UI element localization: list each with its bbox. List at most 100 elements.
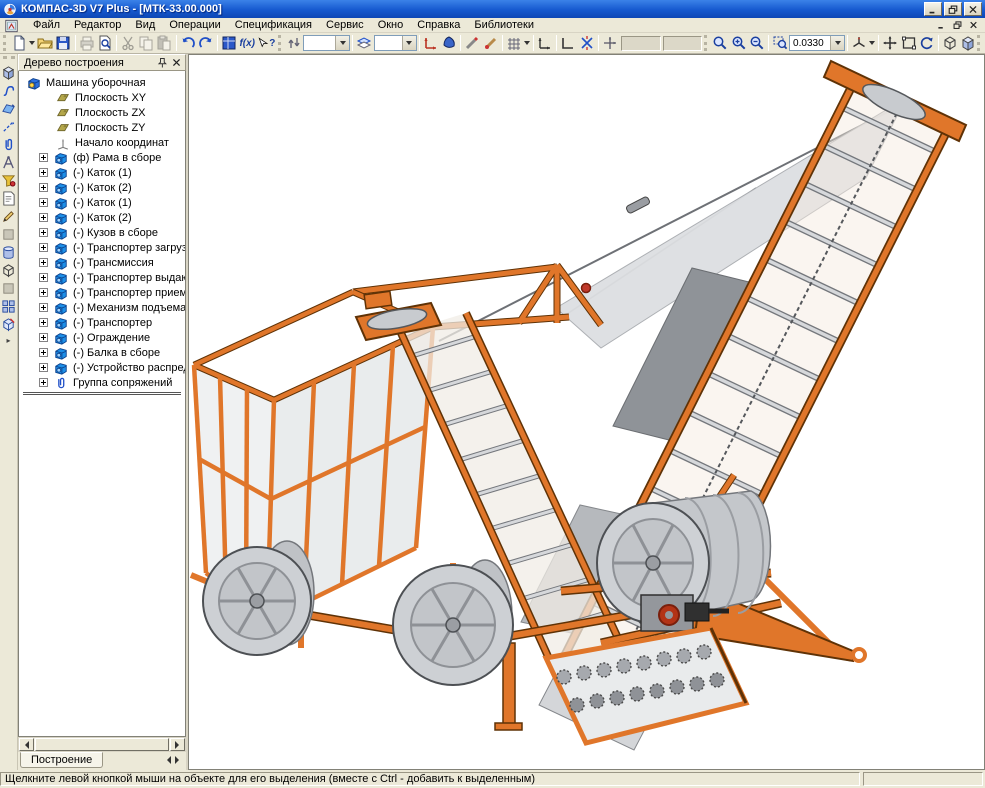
snap-angle-button[interactable] (482, 34, 500, 52)
copy-button[interactable] (137, 34, 155, 52)
cut-button[interactable] (119, 34, 137, 52)
left-toolbar-expand-icon[interactable]: ▸ (6, 336, 10, 345)
tree-item-roller-2[interactable]: (-) Каток (2) (19, 180, 185, 195)
menu-libraries[interactable]: Библиотеки (467, 18, 541, 32)
tree-horizontal-scrollbar[interactable] (18, 737, 186, 752)
tree-item-plane-zx[interactable]: Плоскость ZX (19, 105, 185, 120)
zoom-frame-button[interactable] (900, 34, 918, 52)
wheel-front-right[interactable] (393, 560, 513, 685)
tree-close-icon[interactable] (169, 56, 183, 69)
array-grid-button[interactable] (0, 297, 17, 315)
tab-next-icon[interactable] (173, 753, 182, 767)
open-button[interactable] (36, 34, 54, 52)
print-button[interactable] (78, 34, 96, 52)
document-icon[interactable] (4, 19, 20, 32)
paste-button[interactable] (155, 34, 173, 52)
revolve-button[interactable] (0, 243, 17, 261)
mdi-minimize-button[interactable] (934, 19, 949, 31)
expand-icon[interactable] (39, 243, 48, 252)
menu-specification[interactable]: Спецификация (228, 18, 319, 32)
menu-window[interactable]: Окно (371, 18, 411, 32)
sketch-button[interactable] (0, 207, 17, 225)
display-wireframe-button[interactable] (941, 34, 959, 52)
expand-icon[interactable] (39, 348, 48, 357)
expand-icon[interactable] (39, 258, 48, 267)
tree-item-root[interactable]: Машина уборочная (19, 75, 185, 90)
menu-file[interactable]: Файл (26, 18, 67, 32)
menu-edit[interactable]: Редактор (67, 18, 128, 32)
tree-item-output-conveyor[interactable]: (-) Транспортер выдающий (19, 270, 185, 285)
toolbar-grip[interactable] (278, 35, 283, 51)
expand-icon[interactable] (39, 153, 48, 162)
tree-item-loading-conveyor[interactable]: (-) Транспортер загрузочный (19, 240, 185, 255)
tree-item-body-assembly[interactable]: (-) Кузов в сборе (19, 225, 185, 240)
measure-button[interactable] (0, 153, 17, 171)
current-state-button[interactable] (285, 34, 303, 52)
undo-button[interactable] (179, 34, 197, 52)
local-cs-button[interactable] (422, 34, 440, 52)
shaded-object-button[interactable] (440, 34, 458, 52)
print-preview-button[interactable] (96, 34, 114, 52)
redo-button[interactable] (197, 34, 215, 52)
zoom-cursor-button[interactable] (711, 34, 729, 52)
tree-item-beam-assembly[interactable]: (-) Балка в сборе (19, 345, 185, 360)
tree-item-receiving-conveyor[interactable]: (-) Транспортер приемный (19, 285, 185, 300)
variables-button[interactable] (220, 34, 238, 52)
tree-item-frame-assembly[interactable]: (ф) Рама в сборе (19, 150, 185, 165)
save-button[interactable] (54, 34, 72, 52)
scroll-right-icon[interactable] (170, 738, 185, 751)
tree-item-plane-xy[interactable]: Плоскость XY (19, 90, 185, 105)
orientation-dropdown[interactable] (868, 34, 876, 52)
coord-y-field[interactable] (621, 36, 661, 51)
expand-icon[interactable] (39, 378, 48, 387)
coord-x-field[interactable] (663, 36, 703, 51)
tree-item-lift-mechanism[interactable]: (-) Механизм подъема (19, 300, 185, 315)
orientation-button[interactable] (850, 34, 868, 52)
tab-prev-icon[interactable] (164, 753, 173, 767)
expand-icon[interactable] (39, 228, 48, 237)
ortho-button[interactable] (559, 34, 577, 52)
construction-axis-button[interactable] (0, 117, 17, 135)
restore-button[interactable] (944, 2, 962, 16)
array-element-button[interactable] (0, 279, 17, 297)
tree-item-roller-4[interactable]: (-) Каток (2) (19, 210, 185, 225)
expand-icon[interactable] (39, 273, 48, 282)
new-document-button[interactable] (10, 34, 28, 52)
grid-button[interactable] (505, 34, 523, 52)
zoom-out-button[interactable] (748, 34, 766, 52)
scrollbar-thumb[interactable] (35, 738, 169, 751)
expand-icon[interactable] (39, 168, 48, 177)
mdi-close-button[interactable] (966, 19, 981, 31)
minimize-button[interactable] (924, 2, 942, 16)
fx-button[interactable]: f(x) (238, 34, 256, 52)
coords-yx-button[interactable] (601, 34, 619, 52)
pan-button[interactable] (881, 34, 899, 52)
tree-item-conveyor[interactable]: (-) Транспортер (19, 315, 185, 330)
report-button[interactable] (0, 189, 17, 207)
cut-extrude-button[interactable] (0, 261, 17, 279)
tab-construction[interactable]: Построение (20, 752, 103, 768)
mdi-restore-button[interactable] (950, 19, 965, 31)
expand-icon[interactable] (39, 288, 48, 297)
surface-button[interactable] (0, 99, 17, 117)
mates-button[interactable] (0, 135, 17, 153)
pin-icon[interactable] (155, 56, 169, 69)
spline-button[interactable] (0, 81, 17, 99)
shell-feature-button[interactable] (0, 315, 17, 333)
expand-icon[interactable] (39, 363, 48, 372)
zoom-area-button[interactable] (771, 34, 789, 52)
tree-item-roller-1[interactable]: (-) Каток (1) (19, 165, 185, 180)
layers-button[interactable] (355, 34, 373, 52)
tree-item-distributor[interactable]: (-) Устройство распределителя (19, 360, 185, 375)
new-document-dropdown[interactable] (28, 34, 36, 52)
grid-dropdown[interactable] (523, 34, 531, 52)
expand-icon[interactable] (39, 303, 48, 312)
expand-icon[interactable] (39, 333, 48, 342)
layer-combo[interactable] (374, 35, 417, 51)
extrude-button[interactable] (0, 225, 17, 243)
menu-operations[interactable]: Операции (162, 18, 227, 32)
left-toolbar-grip[interactable] (3, 56, 15, 61)
toolbar-grip[interactable] (977, 35, 982, 51)
menu-service[interactable]: Сервис (319, 18, 371, 32)
zoom-in-button[interactable] (729, 34, 747, 52)
